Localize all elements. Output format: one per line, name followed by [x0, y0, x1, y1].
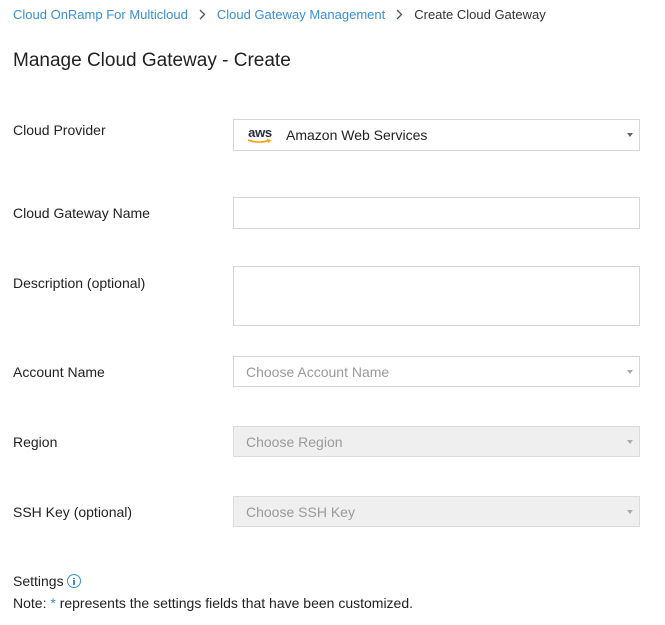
- settings-note: Note: * represents the settings fields t…: [13, 595, 413, 611]
- cloud-provider-select[interactable]: aws Amazon Web Services: [233, 119, 640, 151]
- aws-logo-icon: aws: [246, 126, 274, 144]
- chevron-down-icon: [627, 133, 633, 137]
- cloud-provider-value: aws Amazon Web Services: [246, 120, 427, 150]
- description-textarea[interactable]: [233, 266, 640, 326]
- ssh-key-select[interactable]: Choose SSH Key: [233, 496, 640, 527]
- account-name-select[interactable]: Choose Account Name: [233, 356, 640, 387]
- page-title: Manage Cloud Gateway - Create: [13, 50, 291, 71]
- settings-label: Settings: [13, 573, 64, 589]
- gateway-name-label: Cloud Gateway Name: [13, 205, 150, 221]
- gateway-name-input[interactable]: [233, 197, 640, 229]
- settings-heading: Settings: [13, 573, 81, 589]
- chevron-down-icon: [627, 369, 633, 374]
- breadcrumb-link-multicloud[interactable]: Cloud OnRamp For Multicloud: [13, 7, 188, 22]
- chevron-right-icon: [396, 9, 403, 20]
- region-label: Region: [13, 434, 58, 450]
- cloud-provider-selected-text: Amazon Web Services: [286, 127, 428, 143]
- info-icon[interactable]: [66, 574, 81, 588]
- region-placeholder: Choose Region: [246, 433, 343, 450]
- account-name-placeholder: Choose Account Name: [246, 363, 390, 380]
- chevron-down-icon: [627, 439, 633, 444]
- note-suffix: represents the settings fields that have…: [55, 595, 414, 611]
- region-select[interactable]: Choose Region: [233, 426, 640, 457]
- account-name-label: Account Name: [13, 364, 105, 380]
- description-label: Description (optional): [13, 275, 146, 291]
- chevron-right-icon: [199, 9, 206, 20]
- breadcrumb-current: Create Cloud Gateway: [414, 6, 546, 22]
- note-prefix: Note:: [13, 595, 51, 611]
- breadcrumb-link-gateway-management[interactable]: Cloud Gateway Management: [217, 7, 385, 22]
- ssh-key-placeholder: Choose SSH Key: [246, 503, 355, 520]
- chevron-down-icon: [627, 509, 633, 514]
- ssh-key-label: SSH Key (optional): [13, 504, 133, 520]
- cloud-provider-label: Cloud Provider: [13, 122, 106, 138]
- breadcrumb: Cloud OnRamp For Multicloud Cloud Gatewa…: [13, 6, 546, 22]
